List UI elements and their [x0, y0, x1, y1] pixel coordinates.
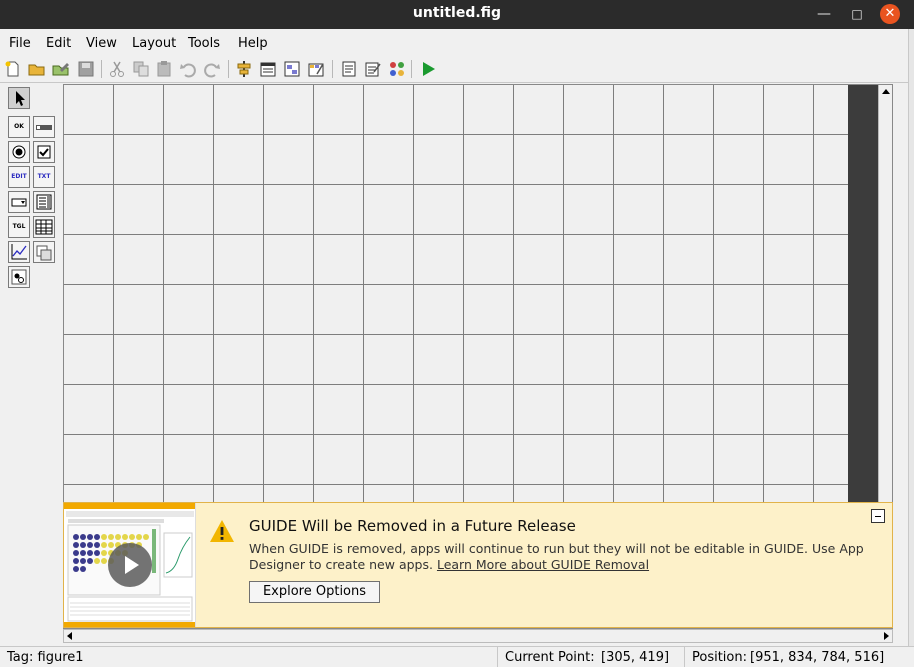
video-thumbnail[interactable] [64, 503, 196, 627]
scroll-right-icon[interactable] [884, 632, 889, 640]
slider-icon [36, 125, 52, 130]
toolbar-editor-icon[interactable] [307, 60, 325, 78]
menu-tools[interactable]: Tools [188, 36, 220, 51]
toolbar-separator [101, 60, 102, 78]
banner-message: When GUIDE is removed, apps will continu… [249, 541, 879, 573]
toolbar-separator [228, 60, 229, 78]
explore-options-button[interactable]: Explore Options [249, 581, 380, 603]
radio-icon [12, 145, 26, 159]
panel-icon [36, 245, 52, 261]
panel-tool[interactable] [33, 241, 55, 263]
save-icon[interactable] [77, 60, 95, 78]
popup-menu-icon [11, 198, 27, 207]
component-palette: OK EDIT TXT TGL [0, 83, 62, 628]
current-point-label: Current Point: [505, 650, 595, 665]
cut-icon[interactable] [108, 60, 126, 78]
scroll-left-icon[interactable] [67, 632, 72, 640]
menu-layout[interactable]: Layout [132, 36, 176, 51]
menu-bar: File Edit View Layout Tools Help [0, 29, 914, 56]
toggle-button-tool[interactable]: TGL [8, 216, 30, 238]
button-group-tool[interactable] [8, 266, 30, 288]
editor-icon[interactable] [340, 60, 358, 78]
pointer-icon [16, 91, 25, 106]
position-value: [951, 834, 784, 516] [750, 650, 885, 665]
new-file-icon[interactable] [4, 60, 22, 78]
warning-icon [210, 520, 234, 542]
run-figure-icon[interactable] [419, 60, 437, 78]
menu-file[interactable]: File [9, 36, 31, 51]
menu-help[interactable]: Help [238, 36, 268, 51]
tab-order-editor-icon[interactable] [283, 60, 301, 78]
table-tool[interactable] [33, 216, 55, 238]
minimize-button[interactable]: — [814, 4, 834, 24]
select-tool[interactable] [8, 87, 30, 109]
guide-removal-banner: GUIDE Will be Removed in a Future Releas… [63, 502, 893, 628]
collapse-banner-button[interactable] [871, 509, 885, 523]
maximize-button[interactable]: □ [847, 4, 867, 24]
slider-tool[interactable] [33, 116, 55, 138]
scroll-up-icon[interactable] [882, 89, 890, 94]
toolbar-separator [332, 60, 333, 78]
window-title: untitled.fig [412, 5, 502, 21]
close-button[interactable]: ✕ [880, 4, 900, 24]
background-window-edge [908, 29, 914, 646]
redo-icon[interactable] [203, 60, 221, 78]
toolbar [0, 56, 914, 83]
popup-menu-tool[interactable] [8, 191, 30, 213]
object-browser-icon[interactable] [388, 60, 406, 78]
push-button-tool[interactable]: OK [8, 116, 30, 138]
undo-icon[interactable] [179, 60, 197, 78]
open-file-icon[interactable] [28, 60, 46, 78]
status-bar: Tag: figure1 Current Point: [305, 419] P… [0, 646, 914, 667]
thumbnail-bottom-bar [64, 622, 195, 627]
banner-title: GUIDE Will be Removed in a Future Releas… [249, 517, 576, 535]
listbox-tool[interactable] [33, 191, 55, 213]
horizontal-scrollbar[interactable] [63, 629, 893, 643]
copy-icon[interactable] [132, 60, 150, 78]
edit-text-tool[interactable]: EDIT [8, 166, 30, 188]
menu-view[interactable]: View [86, 36, 117, 51]
current-point-value: [305, 419] [601, 650, 670, 665]
paste-icon[interactable] [155, 60, 173, 78]
status-divider [497, 647, 498, 667]
title-bar: untitled.fig — □ ✕ [0, 0, 914, 29]
axes-tool[interactable] [8, 241, 30, 263]
toolbar-separator [411, 60, 412, 78]
menu-editor-icon[interactable] [259, 60, 277, 78]
check-box-tool[interactable] [33, 141, 55, 163]
checkbox-icon [37, 145, 51, 159]
position-label: Position: [692, 650, 747, 665]
status-divider [684, 647, 685, 667]
align-objects-icon[interactable] [235, 60, 253, 78]
radio-button-tool[interactable] [8, 141, 30, 163]
menu-edit[interactable]: Edit [46, 36, 71, 51]
tag-status: Tag: figure1 [7, 650, 84, 665]
axes-icon [11, 244, 27, 260]
table-icon [35, 219, 53, 235]
static-text-tool[interactable]: TXT [33, 166, 55, 188]
open-edit-icon[interactable] [52, 60, 70, 78]
learn-more-link[interactable]: Learn More about GUIDE Removal [437, 557, 649, 572]
property-inspector-icon[interactable] [364, 60, 382, 78]
listbox-icon [36, 194, 52, 210]
play-icon[interactable] [108, 543, 152, 587]
button-group-icon [11, 269, 27, 285]
